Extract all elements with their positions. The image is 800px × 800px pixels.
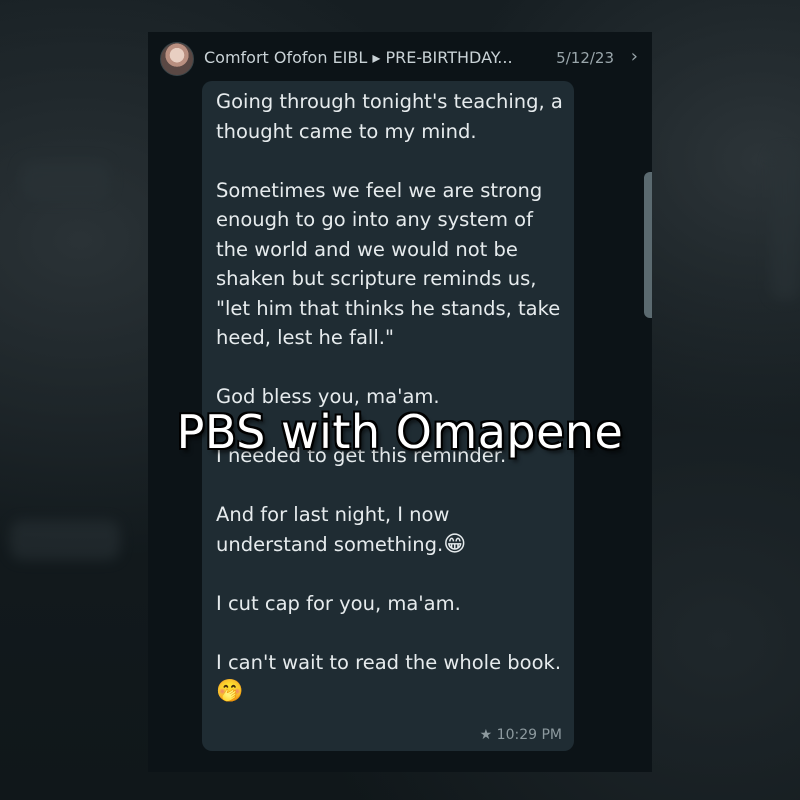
chat-header[interactable]: Comfort Ofofon EIBL ▸ PRE-BIRTHDAY... 5/… (148, 32, 652, 84)
overlay-caption: PBS with Omapene (176, 405, 624, 459)
star-icon: ★ (479, 727, 493, 743)
chat-screenshot: Comfort Ofofon EIBL ▸ PRE-BIRTHDAY... 5/… (148, 32, 652, 772)
message-paragraph: And for last night, I now understand som… (216, 500, 566, 559)
blurred-decoration (10, 520, 120, 560)
sender-name[interactable]: Comfort Ofofon EIBL ▸ PRE-BIRTHDAY... (204, 48, 544, 67)
hand-over-mouth-emoji: 🤭 (216, 679, 244, 704)
blurred-decoration (770, 150, 800, 300)
scrollbar-handle[interactable] (644, 172, 652, 318)
grin-emoji: 😁 (443, 531, 467, 557)
chevron-right-icon[interactable]: › (631, 46, 638, 67)
message-paragraph-text: I can't wait to read the whole book. (216, 650, 562, 674)
message-time: 10:29 PM (496, 727, 562, 743)
message-paragraph: Going through tonight's teaching, a thou… (216, 90, 563, 143)
message-date: 5/12/23 (556, 49, 614, 67)
blurred-decoration (20, 160, 110, 200)
message-meta: ★ 10:29 PM (480, 727, 562, 743)
message-paragraph: Sometimes we feel we are strong enough t… (216, 178, 561, 350)
avatar[interactable] (160, 42, 194, 76)
message-text: Going through tonight's teaching, a thou… (216, 87, 566, 707)
message-paragraph: I can't wait to read the whole book. 🤭 (216, 648, 566, 707)
message-paragraph-text: And for last night, I now understand som… (216, 503, 450, 556)
message-paragraph: I cut cap for you, ma'am. (216, 591, 461, 615)
